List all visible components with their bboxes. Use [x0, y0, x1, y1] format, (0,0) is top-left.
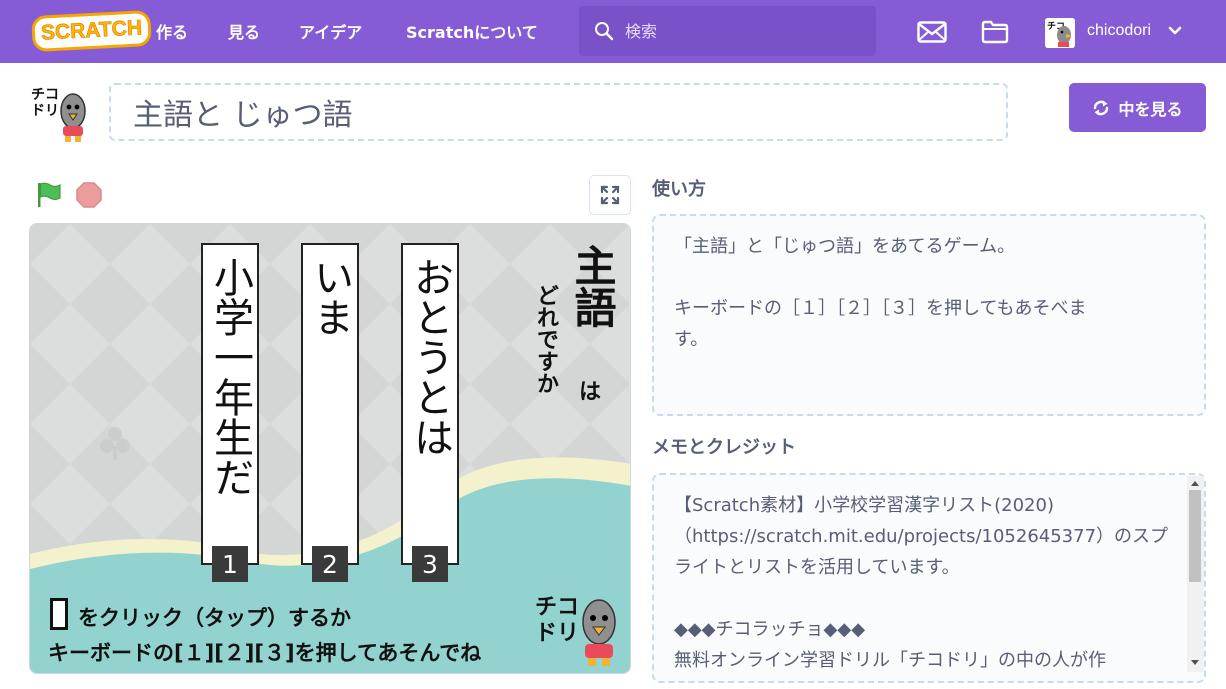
answer-card-1-text: 小学一年生だ: [207, 257, 253, 497]
chicodori-logo-icon: チコ ドリ: [29, 83, 91, 145]
notes-line: ライトとリストを活用しています。: [674, 557, 960, 578]
notes-panel[interactable]: 【Scratch素材】小学校学習漢字リスト(2020) （https://scr…: [652, 473, 1206, 683]
answer-card-2[interactable]: いま: [301, 243, 359, 565]
notes-line: 無料オンライン学習ドリル「チコドリ」の中の人が作: [674, 650, 1106, 671]
username[interactable]: chicodori: [1087, 22, 1151, 40]
chicodori-avatar-icon: チコ: [1045, 18, 1075, 48]
folder-icon[interactable]: [981, 20, 1009, 44]
answer-card-2-text: いま: [307, 257, 353, 337]
svg-text:ドリ: ドリ: [31, 103, 59, 119]
instructions-line: キーボードの［１］［２］［３］を押してもあそべま: [674, 298, 1087, 319]
user-avatar[interactable]: チコ: [1045, 18, 1075, 48]
search-input[interactable]: [625, 16, 865, 46]
chevron-down-icon[interactable]: [1168, 26, 1182, 36]
svg-text:チコ: チコ: [535, 595, 579, 620]
answer-card-1[interactable]: 小学一年生だ: [201, 243, 259, 565]
stop-icon[interactable]: [75, 181, 103, 209]
project-stage[interactable]: 小学一年生だ 1 いま 2 おとうとは 3 主語 どれですか は をクリック（タ…: [29, 223, 631, 674]
question-subheading: どれですか: [533, 284, 558, 394]
notes-line: （https://scratch.mit.edu/projects/105264…: [674, 526, 1169, 547]
stage-instruction-line2: キーボードの[１][２][３]を押してあそんでね: [48, 641, 482, 665]
see-inside-button[interactable]: 中を見る: [1069, 83, 1206, 132]
project-author-thumbnail[interactable]: チコ ドリ: [29, 83, 91, 145]
notes-line: ◆◆◆チコラッチョ◆◆◆: [674, 619, 866, 640]
notes-line: 【Scratch素材】小学校学習漢字リスト(2020): [674, 495, 1054, 516]
question-particle: は: [579, 380, 602, 405]
answer-number-3[interactable]: 3: [412, 546, 448, 582]
nav-link-about[interactable]: Scratchについて: [406, 18, 538, 44]
instructions-label: 使い方: [652, 179, 706, 200]
answer-card-3[interactable]: おとうとは: [401, 243, 459, 565]
instructions-line: [674, 262, 1087, 293]
scroll-up-arrow-icon[interactable]: [1191, 481, 1199, 486]
notes-line: [674, 583, 1168, 614]
scroll-down-arrow-icon[interactable]: [1191, 660, 1199, 665]
messages-icon[interactable]: [917, 21, 947, 43]
nav-link-explore[interactable]: 見る: [228, 18, 260, 44]
instructions-panel[interactable]: 「主語」と「じゅつ語」をあてるゲーム。 キーボードの［１］［２］［３］を押しても…: [652, 214, 1206, 416]
scrollbar-thumb[interactable]: [1189, 490, 1201, 582]
nav-link-create[interactable]: 作る: [156, 18, 188, 44]
chicodori-stage-logo: チコ ドリ: [535, 595, 616, 666]
green-flag-icon[interactable]: [35, 181, 63, 209]
answer-number-2[interactable]: 2: [312, 546, 348, 582]
instructions-line: 「主語」と「じゅつ語」をあてるゲーム。: [674, 236, 1016, 257]
stage-instruction-line1: をクリック（タップ）するか: [78, 606, 351, 630]
answer-number-1[interactable]: 1: [212, 546, 248, 582]
fullscreen-icon: [600, 185, 620, 205]
nav-link-ideas[interactable]: アイデア: [299, 18, 362, 44]
answer-card-3-text: おとうとは: [407, 257, 453, 457]
search-bar[interactable]: [579, 6, 876, 56]
instructions-text: 「主語」と「じゅつ語」をあてるゲーム。 キーボードの［１］［２］［３］を押しても…: [674, 231, 1087, 355]
notes-text: 【Scratch素材】小学校学習漢字リスト(2020) （https://scr…: [674, 490, 1168, 676]
remix-arrows-icon: [1094, 100, 1109, 115]
card-symbol-icon: [50, 598, 68, 630]
fullscreen-button[interactable]: [589, 175, 631, 215]
search-icon: [595, 22, 614, 41]
question-heading: 主語: [568, 244, 617, 328]
scratch-logo[interactable]: SCRATCH: [31, 9, 152, 53]
svg-text:チコ: チコ: [31, 87, 59, 103]
see-inside-label: 中を見る: [1118, 99, 1183, 119]
notes-label: メモとクレジット: [652, 437, 796, 458]
instructions-line: す。: [674, 329, 709, 350]
project-title-field[interactable]: 主語と じゅつ語: [109, 83, 1008, 141]
notes-scrollbar[interactable]: [1187, 476, 1204, 672]
svg-text:ドリ: ドリ: [535, 621, 579, 646]
top-navbar: SCRATCH 作る 見る アイデア Scratchについて チコ chicod…: [0, 0, 1226, 63]
